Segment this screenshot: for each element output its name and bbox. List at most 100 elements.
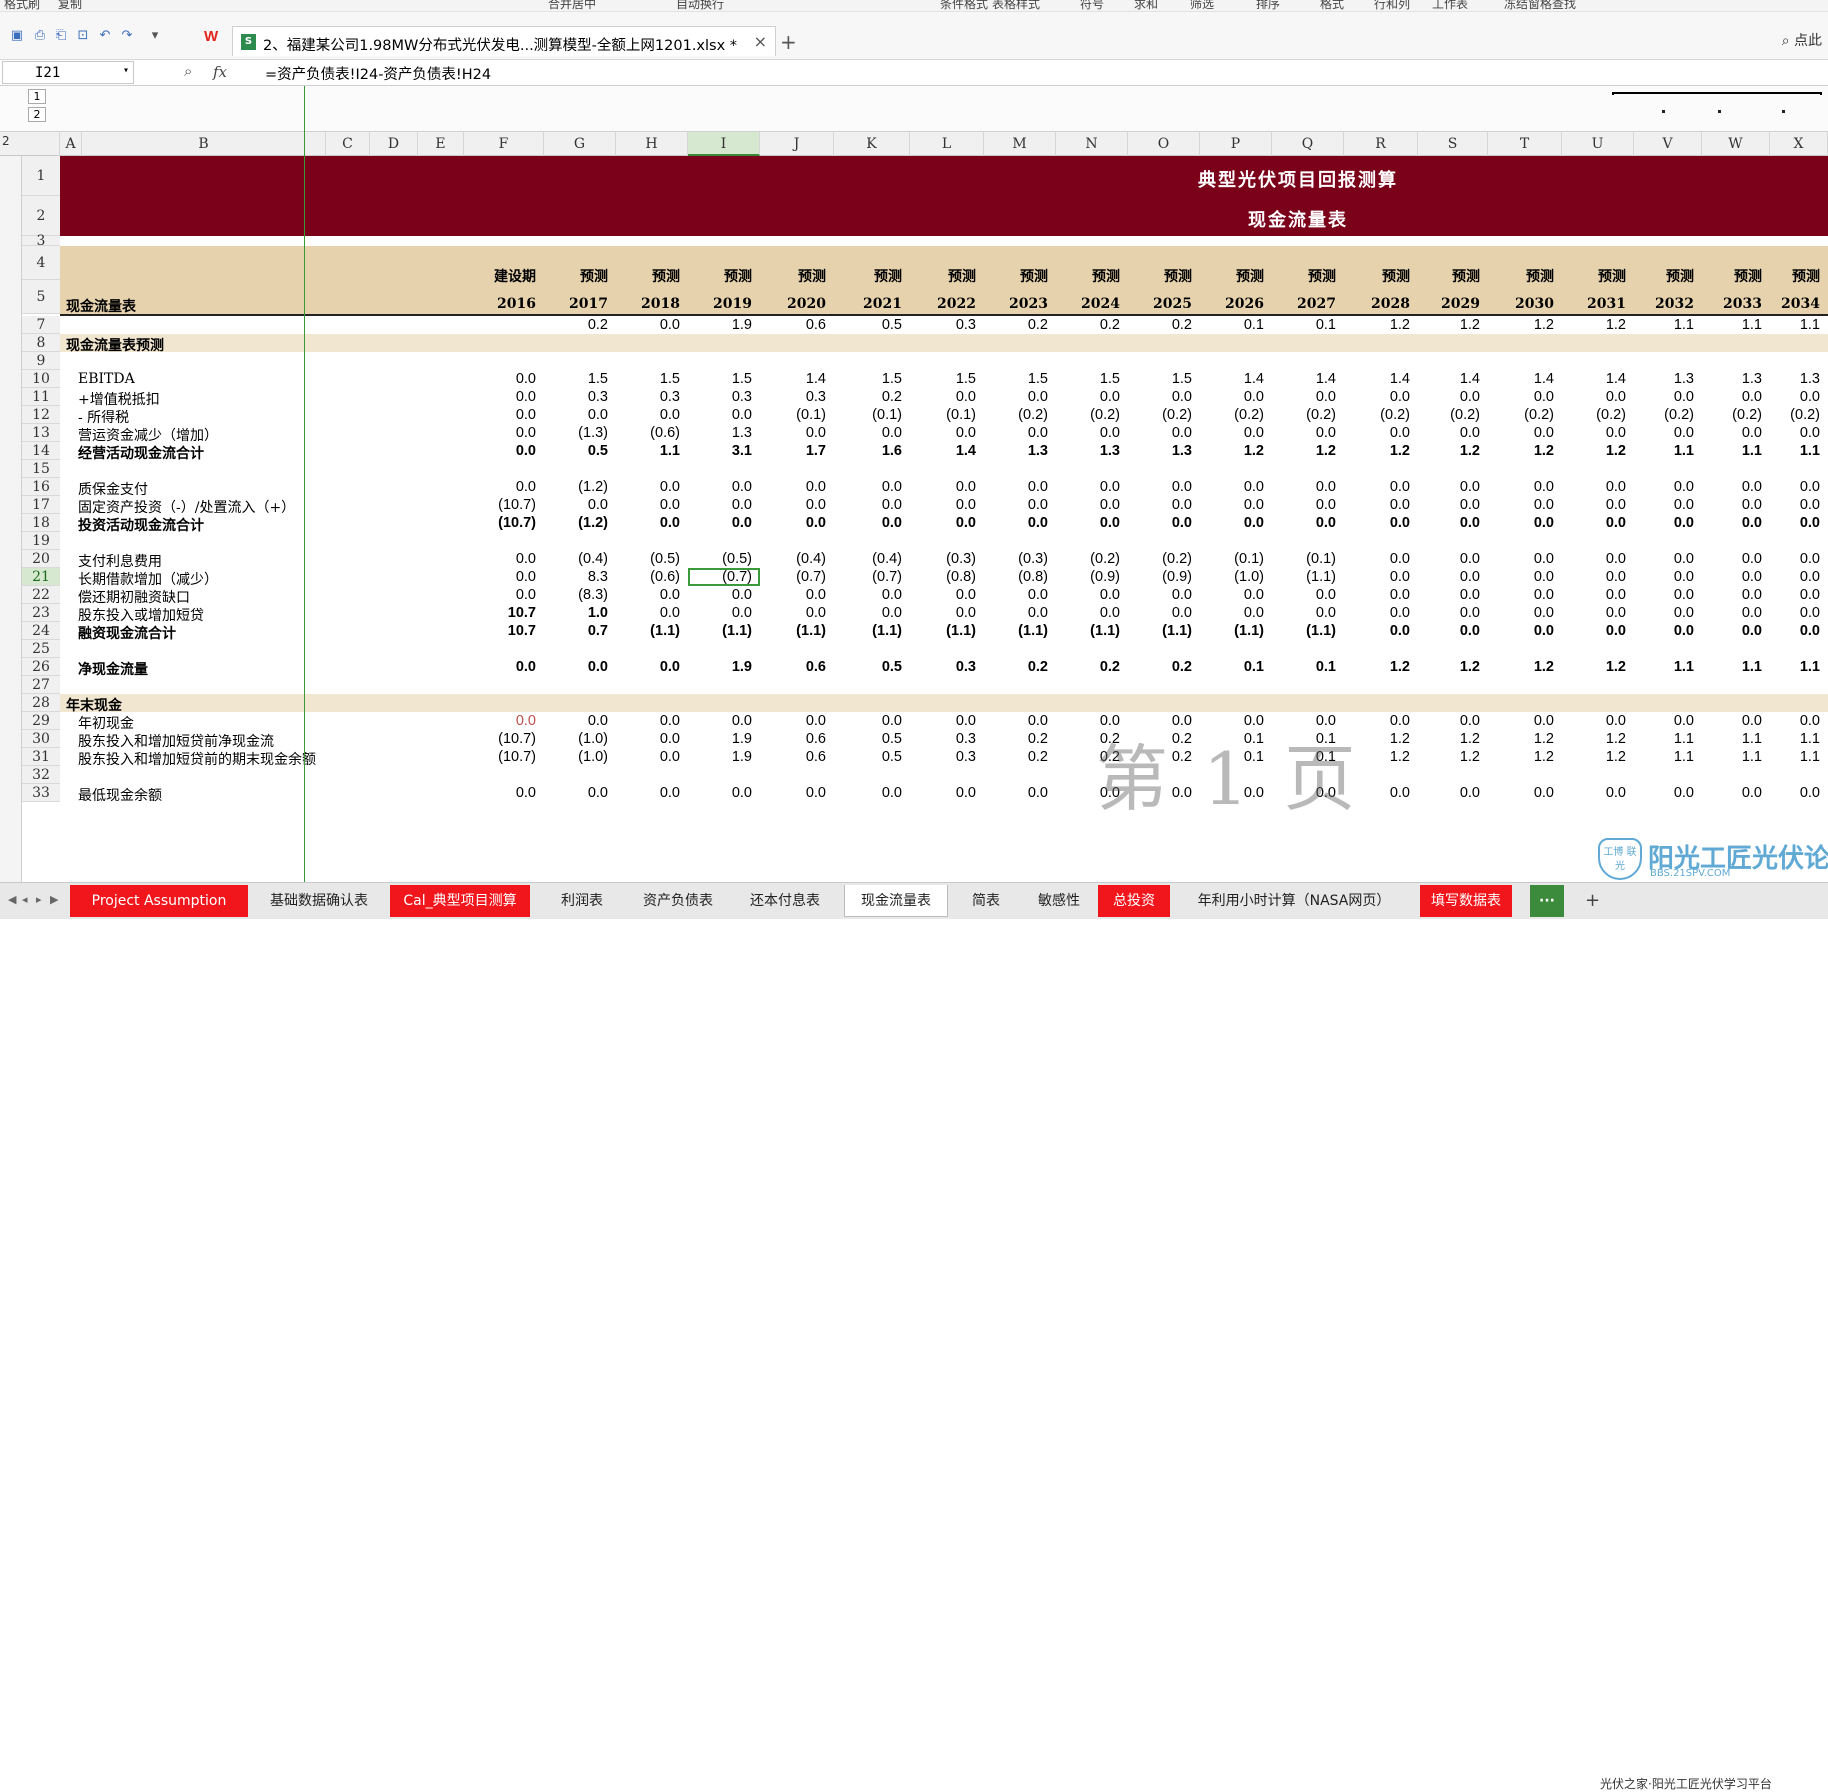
table-cell[interactable]: (1.1) (910, 623, 976, 639)
table-cell[interactable]: 0.0 (1418, 713, 1480, 729)
sheet-tab[interactable]: 简表 (954, 885, 1018, 917)
table-cell[interactable]: 1.2 (1488, 317, 1554, 333)
column-header-x[interactable]: X (1770, 132, 1828, 156)
table-cell[interactable]: 1.6 (834, 443, 902, 459)
table-cell[interactable]: 0.0 (464, 713, 536, 729)
table-cell[interactable]: 0.0 (1344, 551, 1410, 567)
column-header-d[interactable]: D (370, 132, 418, 156)
table-cell[interactable]: 0.0 (688, 785, 752, 801)
table-cell[interactable]: 0.0 (544, 407, 608, 423)
table-cell[interactable]: 1.1 (1702, 749, 1762, 765)
table-cell[interactable]: 0.0 (1344, 389, 1410, 405)
row-header[interactable]: 3 (22, 234, 60, 248)
table-cell[interactable]: 0.0 (1634, 389, 1694, 405)
column-header-h[interactable]: H (616, 132, 688, 156)
table-cell[interactable]: (0.4) (544, 551, 608, 567)
ribbon-item[interactable]: 符号 (1080, 0, 1104, 11)
row-header[interactable]: 29 (22, 712, 60, 730)
table-cell[interactable]: 0.0 (1702, 497, 1762, 513)
table-cell[interactable]: 0.0 (688, 515, 752, 531)
table-cell[interactable]: (0.8) (984, 569, 1048, 585)
table-cell[interactable]: 0.0 (1634, 569, 1694, 585)
ribbon-item[interactable]: 自动换行 (676, 0, 724, 11)
column-header-q[interactable]: Q (1272, 132, 1344, 156)
table-cell[interactable]: (1.1) (1128, 623, 1192, 639)
table-cell[interactable]: 0.0 (760, 785, 826, 801)
row-header[interactable]: 9 (22, 352, 60, 370)
table-cell[interactable]: 1.0 (544, 605, 608, 621)
table-cell[interactable]: 0.0 (1634, 623, 1694, 639)
row-header[interactable]: 21 (22, 568, 60, 586)
table-cell[interactable]: 0.1 (1272, 659, 1336, 675)
table-cell[interactable]: (1.1) (1272, 569, 1336, 585)
sheet-tab[interactable]: 资产负债表 (630, 885, 726, 917)
row-header[interactable]: 32 (22, 766, 60, 784)
table-cell[interactable]: 0.0 (544, 785, 608, 801)
table-cell[interactable]: 0.0 (1272, 425, 1336, 441)
table-cell[interactable]: (0.7) (834, 569, 902, 585)
table-cell[interactable]: (0.2) (1056, 551, 1120, 567)
table-cell[interactable]: 0.0 (1272, 497, 1336, 513)
table-cell[interactable]: 0.0 (910, 515, 976, 531)
table-cell[interactable]: 1.2 (1488, 443, 1554, 459)
table-cell[interactable]: 0.0 (1702, 785, 1762, 801)
table-cell[interactable]: 0.0 (1200, 515, 1264, 531)
table-cell[interactable]: (1.1) (1200, 623, 1264, 639)
table-cell[interactable]: 1.2 (1418, 317, 1480, 333)
ribbon-item[interactable]: 复制 (58, 0, 82, 11)
table-cell[interactable]: 0.0 (616, 785, 680, 801)
table-cell[interactable]: (0.3) (984, 551, 1048, 567)
table-cell[interactable]: (1.0) (544, 749, 608, 765)
table-cell[interactable]: 1.2 (1344, 659, 1410, 675)
table-cell[interactable]: 1.5 (616, 371, 680, 387)
table-cell[interactable]: 1.2 (1562, 317, 1626, 333)
table-cell[interactable]: (0.2) (1128, 551, 1192, 567)
table-cell[interactable]: (0.7) (760, 569, 826, 585)
preview-icon[interactable]: ⊡ (76, 29, 90, 43)
table-cell[interactable]: (1.0) (1200, 569, 1264, 585)
table-cell[interactable]: 1.5 (1128, 371, 1192, 387)
table-cell[interactable]: 0.5 (544, 443, 608, 459)
table-cell[interactable]: 1.3 (1770, 371, 1820, 387)
table-cell[interactable]: 0.7 (544, 623, 608, 639)
table-cell[interactable]: 0.0 (1344, 497, 1410, 513)
table-cell[interactable]: 0.0 (984, 389, 1048, 405)
table-cell[interactable]: 0.2 (544, 317, 608, 333)
table-cell[interactable]: 0.1 (1200, 659, 1264, 675)
table-cell[interactable]: 0.0 (1770, 551, 1820, 567)
row-header[interactable]: 7 (22, 316, 60, 334)
table-cell[interactable]: 0.0 (1562, 515, 1626, 531)
table-cell[interactable]: 10.7 (464, 623, 536, 639)
ribbon-item[interactable]: 合并居中 (548, 0, 596, 11)
table-cell[interactable]: 0.0 (760, 479, 826, 495)
table-cell[interactable]: 1.9 (688, 749, 752, 765)
table-cell[interactable]: 0.0 (464, 425, 536, 441)
table-cell[interactable]: 1.3 (1128, 443, 1192, 459)
table-cell[interactable]: 0.0 (544, 713, 608, 729)
name-box[interactable]: I21 ▾ (2, 61, 134, 84)
table-cell[interactable]: 0.0 (1562, 479, 1626, 495)
table-cell[interactable]: (1.1) (984, 623, 1048, 639)
table-cell[interactable]: 0.0 (1344, 605, 1410, 621)
table-cell[interactable]: 1.2 (1562, 731, 1626, 747)
table-cell[interactable]: 0.0 (1272, 479, 1336, 495)
table-cell[interactable]: 1.1 (1770, 731, 1820, 747)
row-header[interactable]: 5 (22, 280, 60, 314)
row-header[interactable]: 27 (22, 676, 60, 694)
sheet-tab[interactable]: 基础数据确认表 (256, 885, 382, 917)
table-cell[interactable]: (0.5) (616, 551, 680, 567)
table-cell[interactable]: 0.0 (464, 587, 536, 603)
table-cell[interactable]: (0.2) (1702, 407, 1762, 423)
column-header-c[interactable]: C (326, 132, 370, 156)
save-icon[interactable]: ▣ (10, 29, 24, 43)
table-cell[interactable]: 0.0 (1770, 389, 1820, 405)
column-header-v[interactable]: V (1634, 132, 1702, 156)
row-header[interactable]: 23 (22, 604, 60, 622)
table-cell[interactable]: (0.2) (1770, 407, 1820, 423)
row-header[interactable]: 25 (22, 640, 60, 658)
table-cell[interactable]: 0.6 (760, 731, 826, 747)
table-cell[interactable]: 0.6 (760, 317, 826, 333)
table-cell[interactable]: 0.0 (688, 605, 752, 621)
table-cell[interactable]: (0.2) (1634, 407, 1694, 423)
table-cell[interactable]: 1.2 (1344, 317, 1410, 333)
